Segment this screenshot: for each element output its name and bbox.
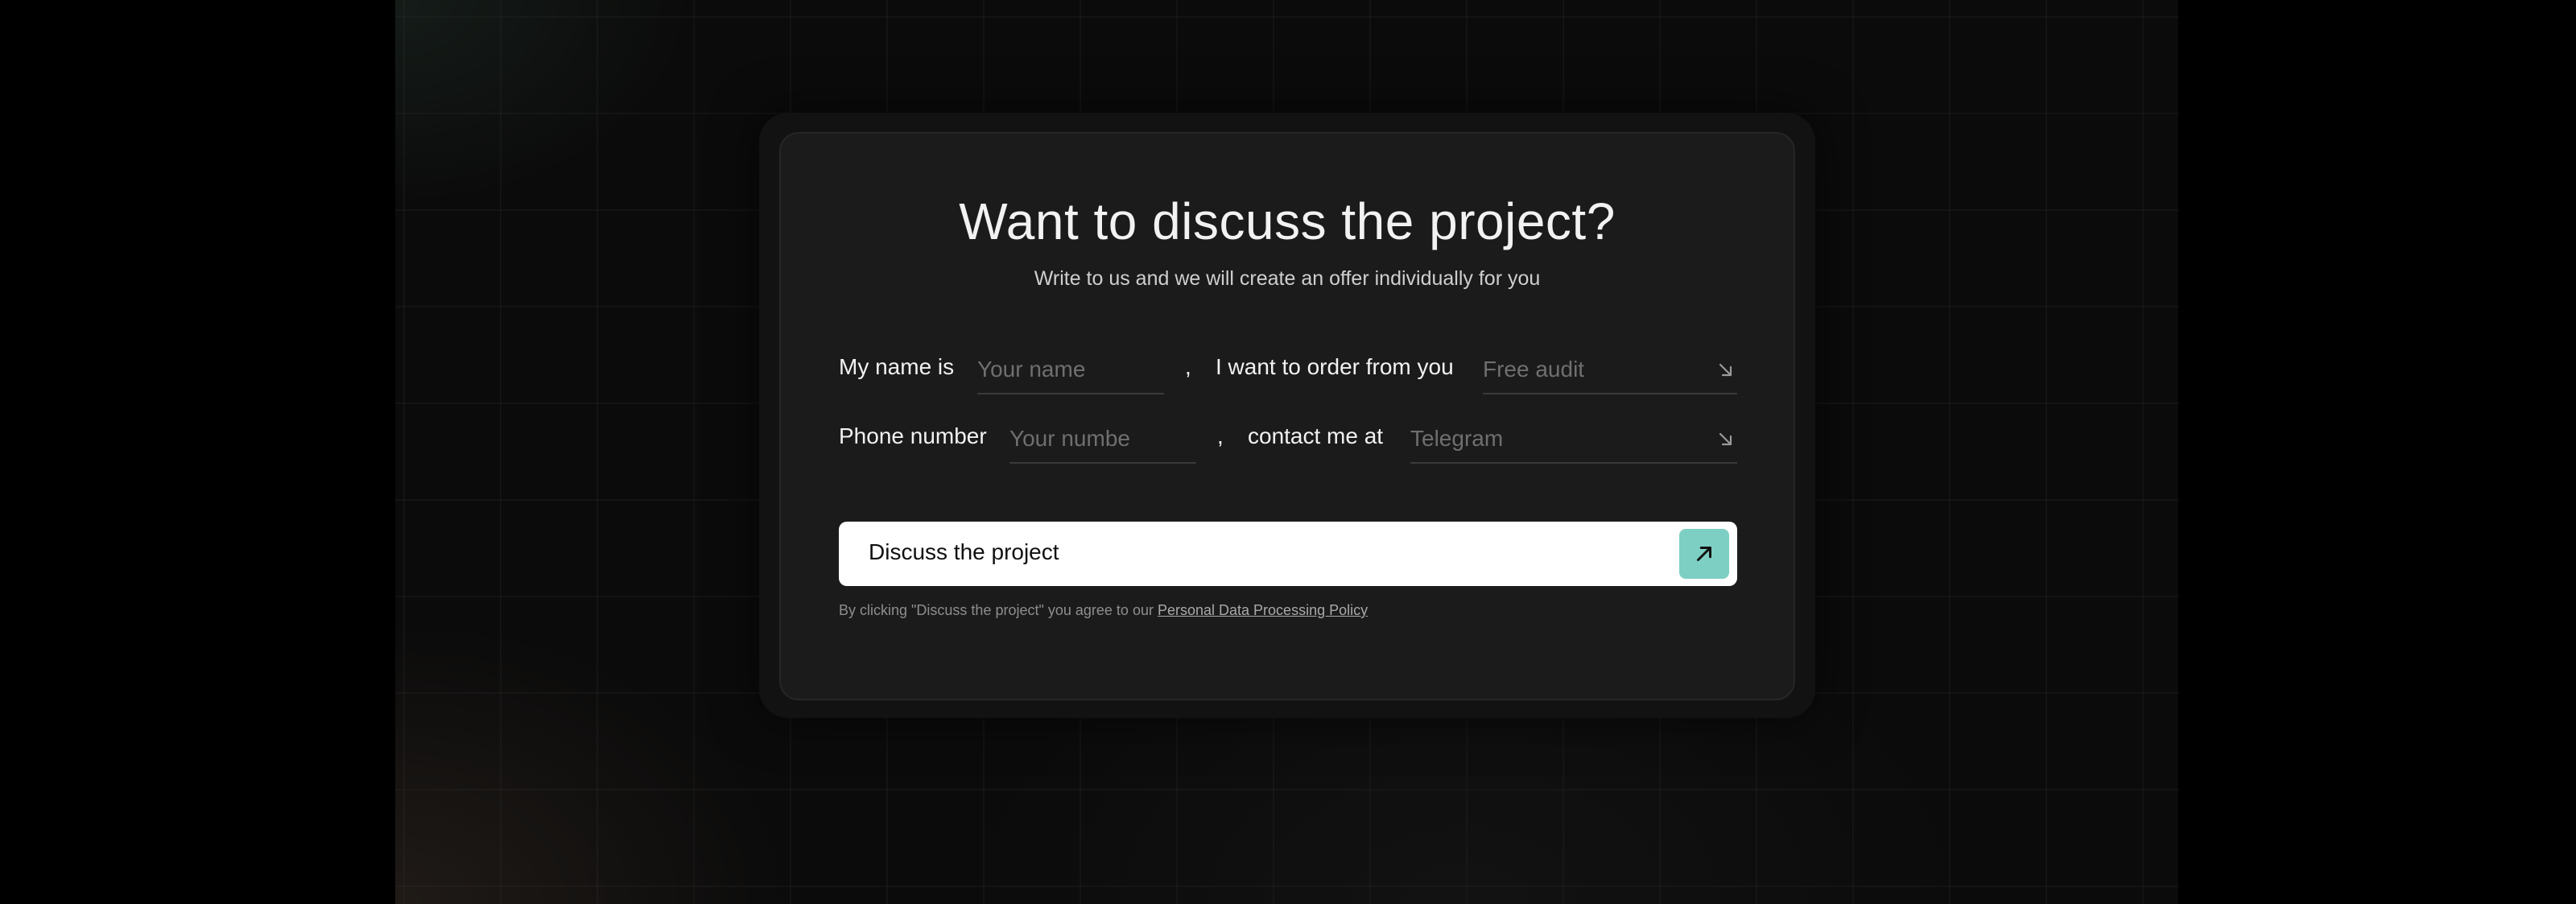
page-subtitle: Write to us and we will create an offer …: [1034, 267, 1541, 290]
phone-input[interactable]: Your numbe: [1009, 415, 1196, 464]
service-label: I want to order from you: [1216, 354, 1454, 379]
contact-method-select[interactable]: Telegram: [1410, 415, 1737, 464]
service-select-value: Free audit: [1483, 357, 1585, 382]
privacy-policy-link[interactable]: Personal Data Processing Policy: [1158, 602, 1368, 618]
arrow-up-right-icon: [1679, 529, 1729, 579]
comma-separator: ,: [1185, 354, 1191, 379]
name-input[interactable]: Your name: [977, 346, 1164, 394]
comma-separator: ,: [1217, 423, 1224, 448]
arrow-down-right-icon: [1719, 432, 1732, 446]
phone-input-placeholder: Your numbe: [1009, 426, 1130, 451]
consent-note: By clicking "Discuss the project" you ag…: [839, 602, 1368, 619]
discuss-project-label: Discuss the project: [869, 539, 1059, 564]
name-input-placeholder: Your name: [977, 357, 1086, 382]
contact-method-value: Telegram: [1410, 426, 1504, 451]
contact-label: contact me at: [1248, 423, 1384, 448]
arrow-down-right-icon: [1719, 363, 1732, 377]
form-row-phone-contact: Phone number Your numbe , contact me at …: [839, 415, 1737, 464]
page-title: Want to discuss the project?: [959, 192, 1616, 250]
contact-form-card: Want to discuss the project? Write to us…: [779, 132, 1795, 700]
name-label: My name is: [839, 354, 955, 379]
phone-label: Phone number: [839, 423, 987, 448]
consent-text: By clicking "Discuss the project" you ag…: [839, 602, 1154, 618]
discuss-project-button[interactable]: Discuss the project: [839, 522, 1737, 586]
form-row-name-service: My name is Your name , I want to order f…: [839, 346, 1737, 394]
service-select[interactable]: Free audit: [1483, 346, 1737, 394]
